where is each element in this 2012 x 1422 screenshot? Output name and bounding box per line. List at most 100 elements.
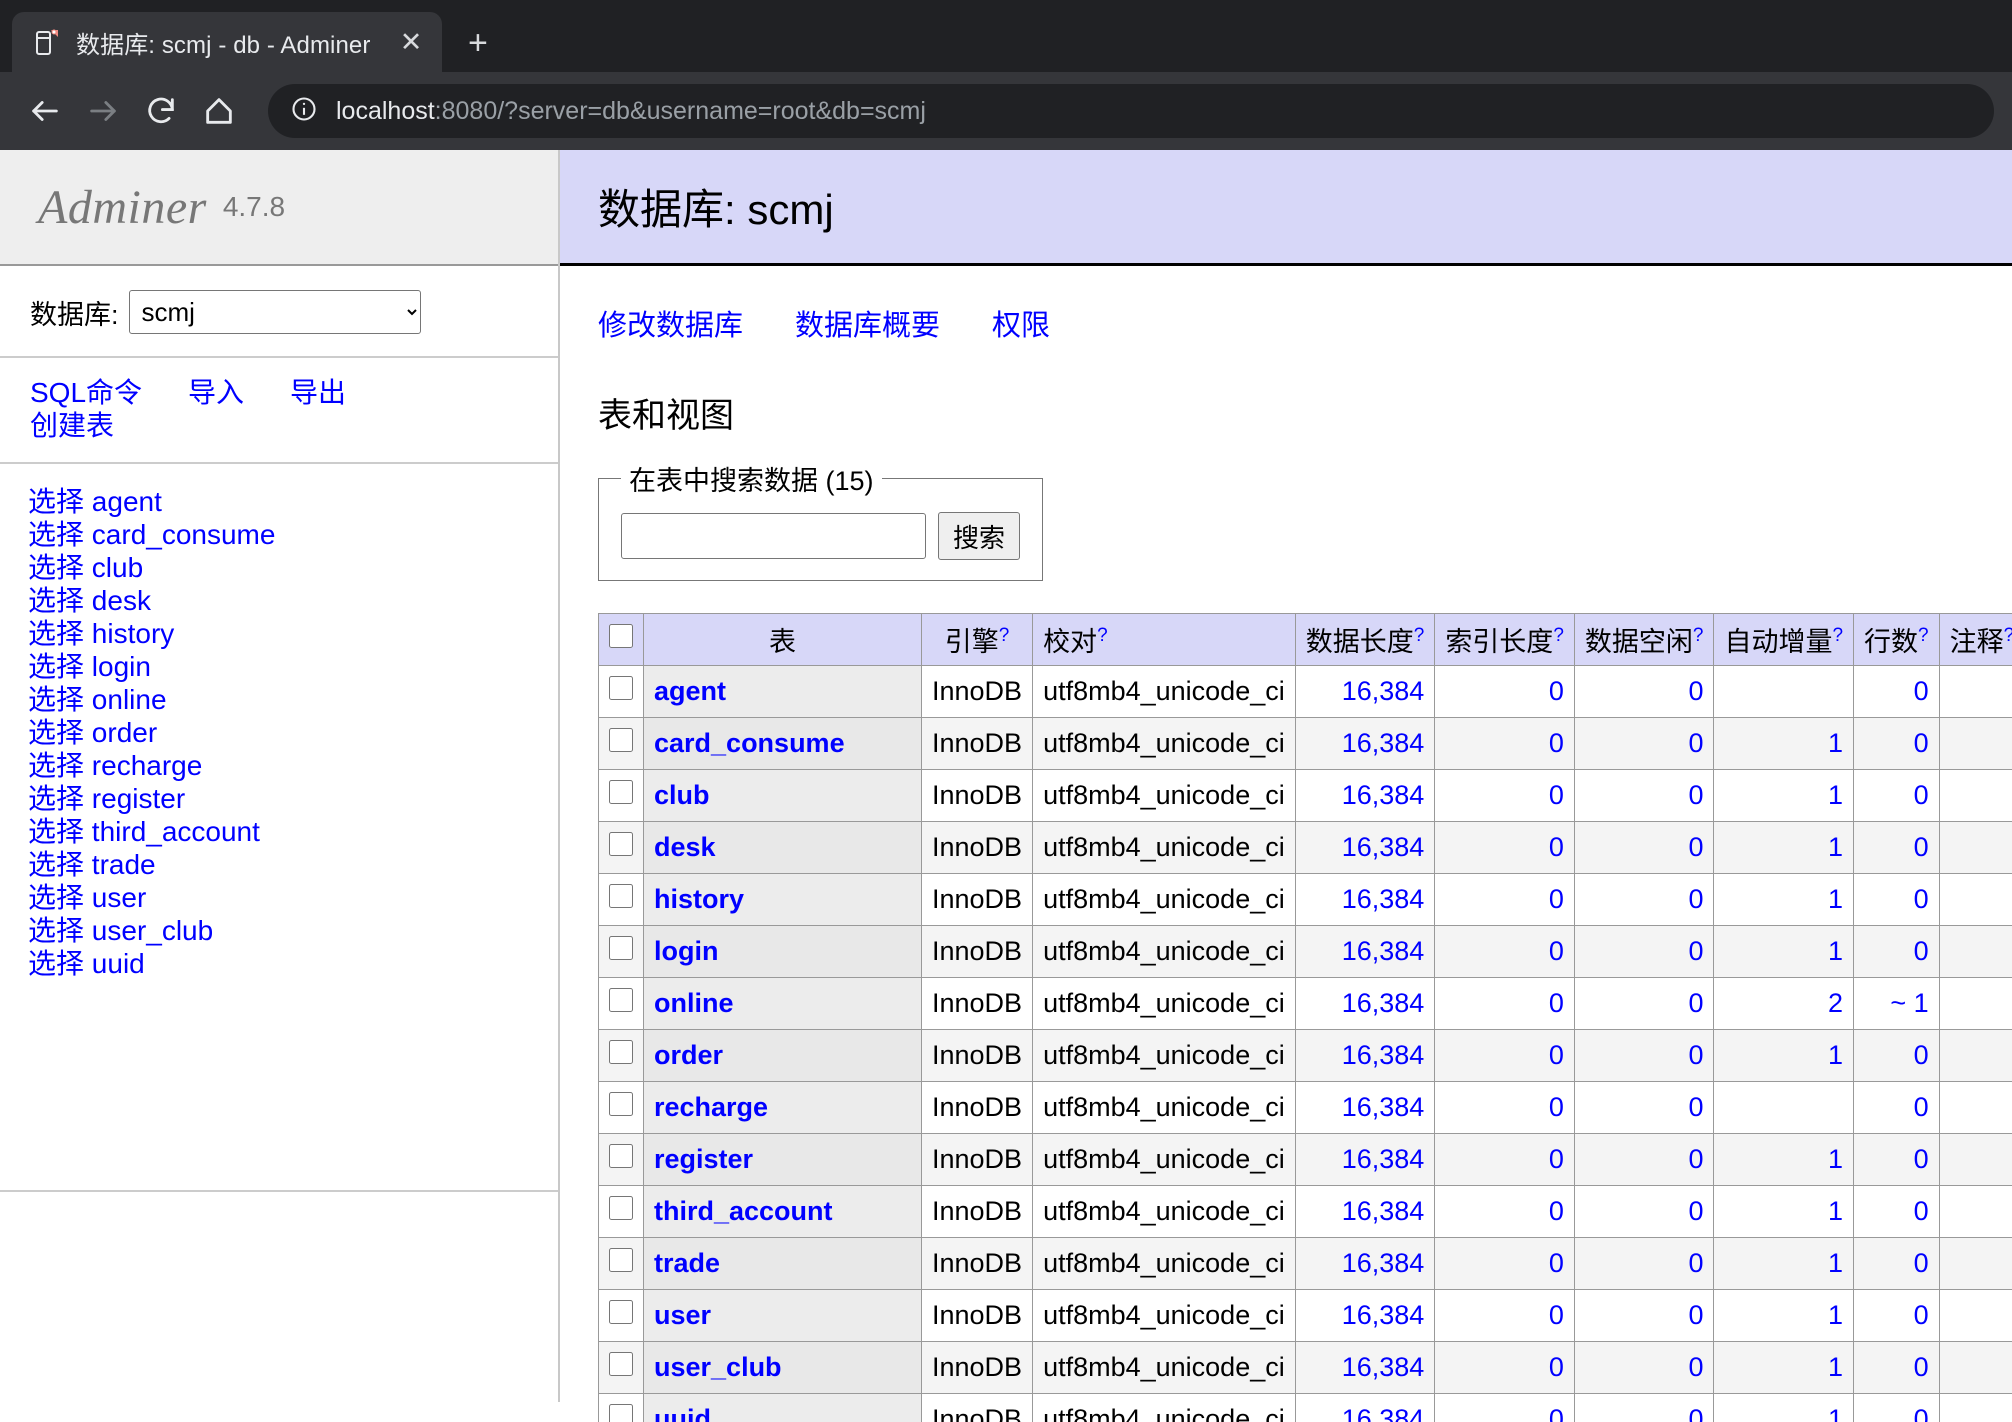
table-name-link[interactable]: user [654, 1300, 711, 1330]
index-length-link[interactable]: 0 [1549, 936, 1564, 966]
data-length-link[interactable]: 16,384 [1342, 1248, 1425, 1278]
select-link[interactable]: 选择 [28, 717, 84, 748]
page-info-icon[interactable] [290, 95, 318, 128]
auto-increment-link[interactable]: 1 [1828, 1404, 1843, 1422]
column-header-auto-increment[interactable]: 自动增量? [1714, 614, 1854, 666]
index-length-link[interactable]: 0 [1549, 1092, 1564, 1122]
data-length-link[interactable]: 16,384 [1342, 936, 1425, 966]
table-name-link[interactable]: card_consume [654, 728, 845, 758]
auto-increment-link[interactable]: 1 [1828, 780, 1843, 810]
row-checkbox[interactable] [609, 676, 633, 700]
table-link-third_account[interactable]: third_account [92, 816, 260, 847]
database-select[interactable]: scmj [129, 290, 421, 334]
help-icon[interactable]: ? [999, 625, 1010, 646]
data-length-link[interactable]: 16,384 [1342, 1144, 1425, 1174]
browser-tab[interactable]: 数据库: scmj - db - Adminer ✕ [12, 12, 442, 72]
select-link[interactable]: 选择 [28, 750, 84, 781]
table-name-link[interactable]: trade [654, 1248, 720, 1278]
rows-link[interactable]: 0 [1914, 676, 1929, 706]
table-name-link[interactable]: desk [654, 832, 716, 862]
column-header-data-length[interactable]: 数据长度? [1295, 614, 1435, 666]
rows-link[interactable]: 0 [1914, 728, 1929, 758]
rows-link[interactable]: 0 [1914, 832, 1929, 862]
row-checkbox[interactable] [609, 936, 633, 960]
column-header-comment[interactable]: 注释? [1939, 614, 2012, 666]
data-length-link[interactable]: 16,384 [1342, 1300, 1425, 1330]
table-link-desk[interactable]: desk [92, 585, 151, 616]
auto-increment-link[interactable]: 2 [1828, 988, 1843, 1018]
data-length-link[interactable]: 16,384 [1342, 676, 1425, 706]
row-checkbox[interactable] [609, 1248, 633, 1272]
close-icon[interactable]: ✕ [394, 29, 428, 56]
rows-link[interactable]: 0 [1914, 1352, 1929, 1382]
row-checkbox[interactable] [609, 780, 633, 804]
data-length-link[interactable]: 16,384 [1342, 1040, 1425, 1070]
row-checkbox[interactable] [609, 1352, 633, 1376]
table-name-link[interactable]: online [654, 988, 734, 1018]
index-length-link[interactable]: 0 [1549, 1040, 1564, 1070]
select-link[interactable]: 选择 [28, 783, 84, 814]
data-free-link[interactable]: 0 [1688, 988, 1703, 1018]
rows-link[interactable]: 0 [1914, 1404, 1929, 1422]
table-name-link[interactable]: uuid [654, 1404, 711, 1422]
auto-increment-link[interactable]: 1 [1828, 728, 1843, 758]
data-length-link[interactable]: 16,384 [1342, 780, 1425, 810]
select-link[interactable]: 选择 [28, 585, 84, 616]
row-checkbox[interactable] [609, 832, 633, 856]
data-free-link[interactable]: 0 [1688, 936, 1703, 966]
row-checkbox[interactable] [609, 1144, 633, 1168]
table-name-link[interactable]: login [654, 936, 718, 966]
home-icon[interactable] [192, 84, 246, 138]
index-length-link[interactable]: 0 [1549, 676, 1564, 706]
auto-increment-link[interactable]: 1 [1828, 1144, 1843, 1174]
alter-database-link[interactable]: 修改数据库 [598, 310, 743, 342]
rows-link[interactable]: 0 [1914, 1300, 1929, 1330]
auto-increment-link[interactable]: 1 [1828, 1248, 1843, 1278]
table-link-history[interactable]: history [92, 618, 174, 649]
rows-link[interactable]: 0 [1914, 884, 1929, 914]
data-length-link[interactable]: 16,384 [1342, 1404, 1425, 1422]
table-link-register[interactable]: register [92, 783, 185, 814]
rows-link[interactable]: 0 [1914, 780, 1929, 810]
row-checkbox[interactable] [609, 1404, 633, 1422]
help-icon[interactable]: ? [1414, 625, 1425, 646]
back-icon[interactable] [18, 84, 72, 138]
data-length-link[interactable]: 16,384 [1342, 988, 1425, 1018]
export-link[interactable]: 导出 [290, 377, 346, 408]
data-free-link[interactable]: 0 [1688, 1248, 1703, 1278]
data-free-link[interactable]: 0 [1688, 884, 1703, 914]
rows-link[interactable]: 0 [1914, 936, 1929, 966]
search-input[interactable] [621, 513, 926, 559]
select-link[interactable]: 选择 [28, 849, 84, 880]
select-link[interactable]: 选择 [28, 552, 84, 583]
help-icon[interactable]: ? [1918, 625, 1929, 646]
auto-increment-link[interactable]: 1 [1828, 936, 1843, 966]
table-name-link[interactable]: club [654, 780, 710, 810]
data-length-link[interactable]: 16,384 [1342, 1352, 1425, 1382]
table-link-user_club[interactable]: user_club [92, 915, 213, 946]
auto-increment-link[interactable]: 1 [1828, 1196, 1843, 1226]
data-length-link[interactable]: 16,384 [1342, 1092, 1425, 1122]
rows-link[interactable]: 0 [1914, 1144, 1929, 1174]
row-checkbox[interactable] [609, 1300, 633, 1324]
select-link[interactable]: 选择 [28, 684, 84, 715]
index-length-link[interactable]: 0 [1549, 1248, 1564, 1278]
select-link[interactable]: 选择 [28, 618, 84, 649]
auto-increment-link[interactable]: 1 [1828, 1040, 1843, 1070]
data-free-link[interactable]: 0 [1688, 728, 1703, 758]
data-free-link[interactable]: 0 [1688, 1040, 1703, 1070]
index-length-link[interactable]: 0 [1549, 1352, 1564, 1382]
search-button[interactable]: 搜索 [938, 512, 1020, 560]
data-free-link[interactable]: 0 [1688, 1144, 1703, 1174]
column-header-engine[interactable]: 引擎? [922, 614, 1033, 666]
sql-command-link[interactable]: SQL命令 [30, 377, 142, 408]
help-icon[interactable]: ? [1553, 625, 1564, 646]
auto-increment-link[interactable]: 1 [1828, 1352, 1843, 1382]
forward-icon[interactable] [76, 84, 130, 138]
column-header-index-length[interactable]: 索引长度? [1435, 614, 1575, 666]
data-free-link[interactable]: 0 [1688, 1352, 1703, 1382]
import-link[interactable]: 导入 [188, 377, 244, 408]
help-icon[interactable]: ? [1097, 625, 1108, 646]
rows-link[interactable]: 0 [1914, 1196, 1929, 1226]
table-link-user[interactable]: user [92, 882, 146, 913]
